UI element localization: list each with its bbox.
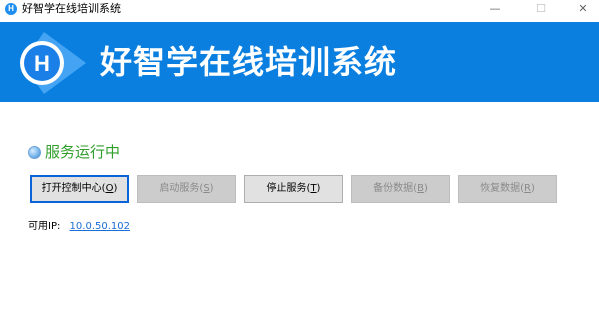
app-window: H 好智学在线培训系统 — ☐ ✕ H 好智学在线培训系统 服务运行中 打开控制… [0, 0, 599, 313]
ip-link[interactable]: 10.0.50.102 [70, 221, 130, 232]
banner-title: 好智学在线培训系统 [100, 43, 398, 81]
header-banner: H 好智学在线培训系统 [0, 22, 599, 102]
status-indicator-icon [28, 146, 41, 159]
close-button[interactable]: ✕ [568, 0, 598, 18]
open-control-center-button[interactable]: 打开控制中心(O) [30, 175, 129, 203]
ip-label: 可用IP: [28, 221, 61, 232]
restore-data-button[interactable]: 恢复数据(R) [458, 175, 557, 203]
available-ip: 可用IP: 10.0.50.102 [28, 221, 130, 233]
logo-letter: H [34, 51, 50, 76]
maximize-button[interactable]: ☐ [526, 0, 556, 18]
logo-icon: H [20, 32, 86, 94]
stop-service-button[interactable]: 停止服务(T) [244, 175, 343, 203]
window-title: 好智学在线培训系统 [22, 2, 121, 15]
minimize-button[interactable]: — [480, 0, 510, 18]
status-text: 服务运行中 [45, 143, 121, 161]
app-icon: H [5, 3, 17, 15]
backup-data-button[interactable]: 备份数据(B) [351, 175, 450, 203]
title-bar[interactable]: H 好智学在线培训系统 — ☐ ✕ [0, 0, 599, 18]
start-service-button[interactable]: 启动服务(S) [137, 175, 236, 203]
